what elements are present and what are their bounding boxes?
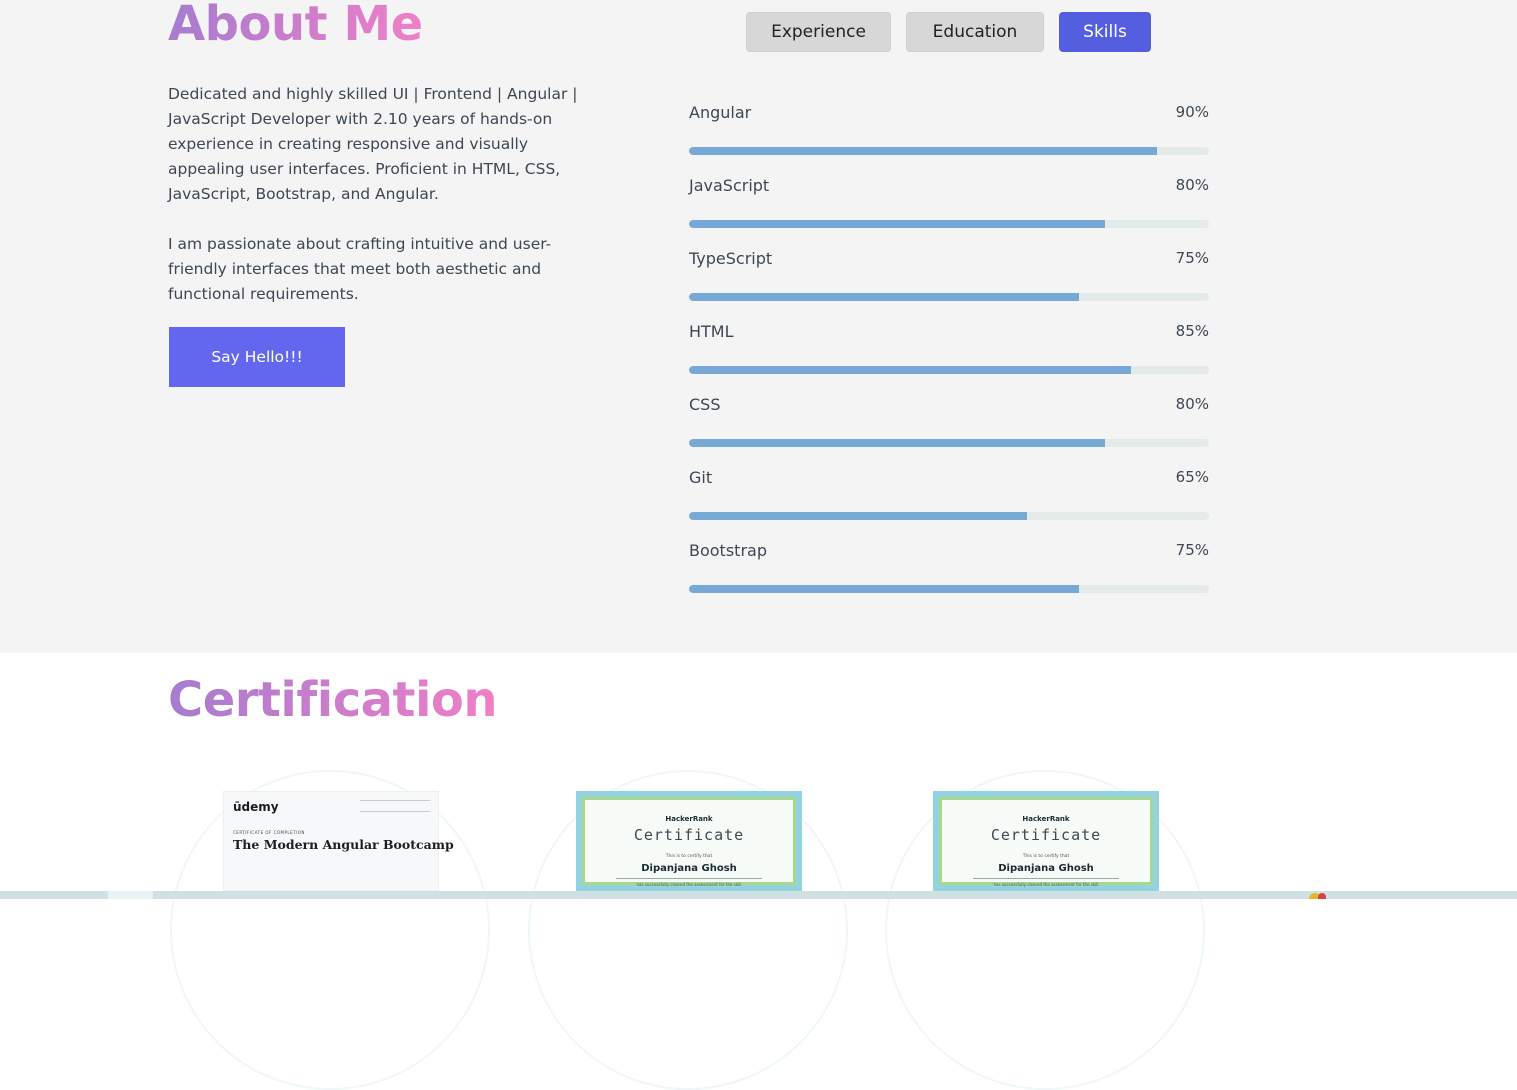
skill-progress-track — [689, 512, 1209, 520]
skill-percent: 80% — [1175, 176, 1209, 194]
certificate-course: The Modern Angular Bootcamp — [233, 837, 454, 852]
skill-percent: 75% — [1175, 541, 1209, 559]
skill-name: JavaScript — [689, 176, 770, 195]
skill-name: Git — [689, 468, 713, 487]
skill-progress-track — [689, 220, 1209, 228]
skill-progress-fill — [689, 220, 1105, 228]
skills-list: Angular 90% JavaScript 80% TypeScript 75… — [689, 103, 1209, 614]
certificate-card-udemy[interactable]: ūdemy CERTIFICATE OF COMPLETION The Mode… — [170, 770, 490, 1090]
skill-progress-fill — [689, 147, 1157, 155]
skill-item-bootstrap: Bootstrap 75% — [689, 541, 1209, 614]
certificate-sub-text: has successfully cleared the assessment … — [636, 882, 742, 887]
hackerrank-logo: HackerRank — [1022, 815, 1070, 823]
certificate-divider — [973, 878, 1119, 879]
certificate-meta — [360, 800, 430, 812]
skill-item-html: HTML 85% — [689, 322, 1209, 395]
certificate-name: Dipanjana Ghosh — [998, 863, 1094, 874]
certification-title: Certification — [168, 672, 498, 728]
about-paragraph-2: I am passionate about crafting intuitive… — [168, 235, 552, 303]
skill-progress-track — [689, 293, 1209, 301]
skill-item-angular: Angular 90% — [689, 103, 1209, 176]
skill-item-git: Git 65% — [689, 468, 1209, 541]
skill-progress-fill — [689, 439, 1105, 447]
skill-progress-track — [689, 585, 1209, 593]
bottom-strip-highlight — [108, 891, 153, 899]
certificate-divider — [616, 878, 762, 879]
about-paragraph-1: Dedicated and highly skilled UI | Fronte… — [168, 85, 578, 203]
certificate-caption: CERTIFICATE OF COMPLETION — [233, 830, 305, 835]
skill-percent: 75% — [1175, 249, 1209, 267]
certificate-image[interactable]: HackerRank Certificate This is to certif… — [576, 791, 802, 891]
certificate-sub-text: has successfully cleared the assessment … — [993, 882, 1099, 887]
floating-widget-badge-icon — [1318, 893, 1326, 899]
udemy-logo: ūdemy — [233, 800, 279, 814]
skill-name: HTML — [689, 322, 734, 341]
skill-progress-fill — [689, 585, 1079, 593]
certificate-card-hackerrank-2[interactable]: HackerRank Certificate This is to certif… — [885, 770, 1205, 1090]
skill-progress-fill — [689, 512, 1027, 520]
certificate-image[interactable]: ūdemy CERTIFICATE OF COMPLETION The Mode… — [223, 791, 454, 891]
tab-education[interactable]: Education — [906, 12, 1044, 52]
skill-item-typescript: TypeScript 75% — [689, 249, 1209, 322]
say-hello-button[interactable]: Say Hello!!! — [169, 327, 345, 387]
certificate-image[interactable]: HackerRank Certificate This is to certif… — [933, 791, 1159, 891]
skill-percent: 90% — [1175, 103, 1209, 121]
skill-progress-track — [689, 366, 1209, 374]
certificate-heading: Certificate — [633, 826, 745, 844]
tab-skills[interactable]: Skills — [1059, 12, 1151, 52]
skill-progress-track — [689, 439, 1209, 447]
skill-name: TypeScript — [689, 249, 773, 268]
skill-item-javascript: JavaScript 80% — [689, 176, 1209, 249]
skill-progress-fill — [689, 293, 1079, 301]
skill-progress-track — [689, 147, 1209, 155]
skill-progress-fill — [689, 366, 1131, 374]
skill-item-css: CSS 80% — [689, 395, 1209, 468]
hackerrank-logo: HackerRank — [665, 815, 713, 823]
skill-percent: 65% — [1175, 468, 1209, 486]
bottom-strip — [0, 891, 1517, 899]
tab-experience[interactable]: Experience — [746, 12, 891, 52]
certificate-name: Dipanjana Ghosh — [641, 863, 737, 874]
skill-name: Angular — [689, 103, 752, 122]
skill-name: Bootstrap — [689, 541, 767, 560]
skill-percent: 80% — [1175, 395, 1209, 413]
certificate-heading: Certificate — [990, 826, 1102, 844]
certificate-card-hackerrank-1[interactable]: HackerRank Certificate This is to certif… — [528, 770, 848, 1090]
skill-name: CSS — [689, 395, 721, 414]
about-title: About Me — [168, 0, 423, 52]
certificate-certify-text: This is to certify that — [665, 854, 713, 859]
certificate-certify-text: This is to certify that — [1022, 854, 1070, 859]
about-section: About Me Dedicated and highly skilled UI… — [0, 0, 1517, 653]
skill-percent: 85% — [1175, 322, 1209, 340]
